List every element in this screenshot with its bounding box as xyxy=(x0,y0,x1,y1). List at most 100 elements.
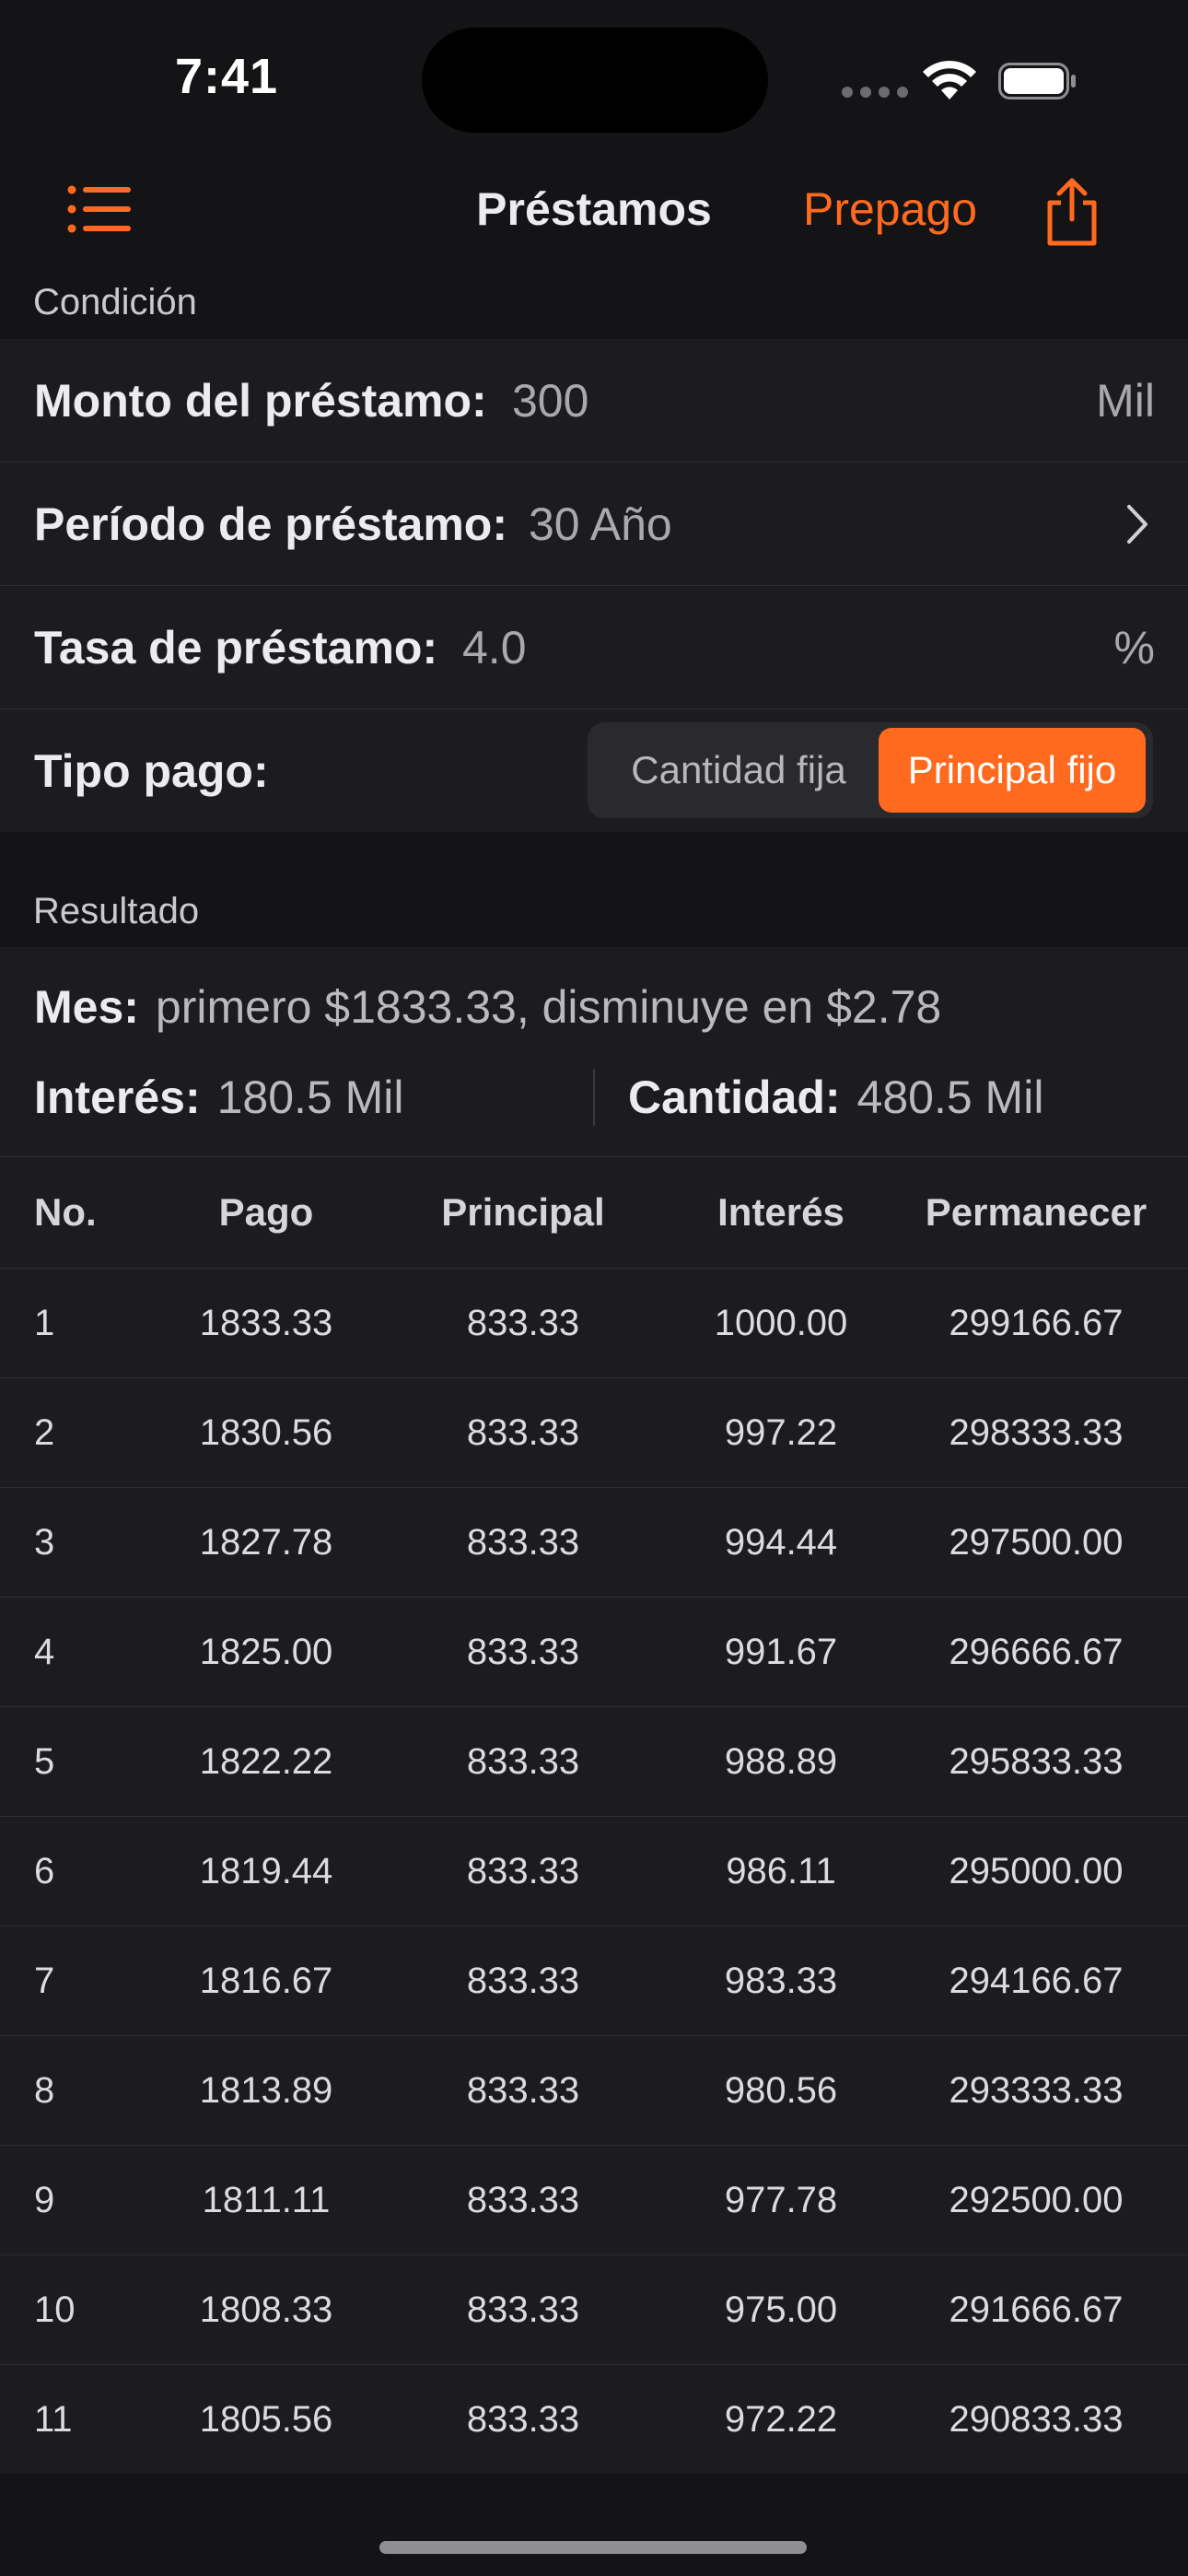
table-cell: 1819.44 xyxy=(199,1851,333,1891)
summary-divider xyxy=(593,1069,595,1126)
table-cell: 833.33 xyxy=(466,1303,580,1343)
table-row: 4 1825.00 833.33 991.67 296666.67 xyxy=(0,1597,1188,1706)
loan-amount-unit: Mil xyxy=(1096,375,1155,427)
table-cell: 1808.33 xyxy=(199,2289,333,2330)
loan-amount-label: Monto del préstamo: xyxy=(34,375,487,427)
wifi-icon xyxy=(923,60,976,100)
table-cell: 294166.67 xyxy=(949,1961,1124,2001)
cellular-signal-icon xyxy=(842,87,908,98)
column-header: No. xyxy=(34,1190,97,1234)
table-cell: 983.33 xyxy=(724,1961,838,2001)
table-row: 6 1819.44 833.33 986.11 295000.00 xyxy=(0,1816,1188,1926)
table-cell: 295833.33 xyxy=(949,1741,1124,1782)
table-cell: 833.33 xyxy=(466,1632,580,1672)
battery-icon xyxy=(998,63,1076,100)
column-header: Principal xyxy=(441,1190,605,1234)
table-cell: 988.89 xyxy=(724,1741,838,1782)
table-row: 7 1816.67 833.33 983.33 294166.67 xyxy=(0,1926,1188,2035)
loan-rate-row[interactable]: Tasa de préstamo: 4.0 % xyxy=(0,586,1188,709)
table-cell: 833.33 xyxy=(466,2399,580,2440)
share-icon[interactable] xyxy=(1042,177,1101,247)
home-indicator[interactable] xyxy=(379,2541,807,2554)
table-cell: 833.33 xyxy=(466,1741,580,1782)
page-title: Préstamos xyxy=(476,183,712,235)
table-cell: 6 xyxy=(34,1851,55,1891)
total-label: Cantidad: xyxy=(628,1071,841,1123)
prepay-button[interactable]: Prepago xyxy=(803,182,977,236)
table-cell: 833.33 xyxy=(466,1961,580,2001)
table-cell: 1805.56 xyxy=(199,2399,333,2440)
table-cell: 1827.78 xyxy=(199,1522,333,1563)
status-time: 7:41 xyxy=(175,49,279,104)
table-cell: 2 xyxy=(34,1412,55,1453)
payment-type-label: Tipo pago: xyxy=(34,745,269,797)
loan-rate-unit: % xyxy=(1113,622,1155,673)
month-label: Mes: xyxy=(34,981,139,1033)
column-header: Permanecer xyxy=(925,1190,1147,1234)
interest-label: Interés: xyxy=(34,1071,201,1123)
table-row: 5 1822.22 833.33 988.89 295833.33 xyxy=(0,1706,1188,1816)
table-cell: 296666.67 xyxy=(949,1632,1124,1672)
table-cell: 1816.67 xyxy=(199,1961,333,2001)
table-cell: 833.33 xyxy=(466,2180,580,2220)
table-cell: 292500.00 xyxy=(949,2180,1124,2220)
amortization-table: No. Pago Principal Interés Permanecer 1 1… xyxy=(0,1156,1188,2474)
table-cell: 833.33 xyxy=(466,1412,580,1453)
table-cell: 997.22 xyxy=(724,1412,838,1453)
total-amount-line: Cantidad: 480.5 Mil xyxy=(628,1071,1043,1124)
segment-fixed-amount[interactable]: Cantidad fija xyxy=(595,728,882,813)
payment-type-segmented-control[interactable]: Cantidad fija Principal fijo xyxy=(588,722,1153,818)
table-cell: 1000.00 xyxy=(714,1303,848,1343)
loan-period-row[interactable]: Período de préstamo: 30 Año xyxy=(0,463,1188,586)
loan-period-value: 30 Año xyxy=(529,498,672,550)
table-cell: 833.33 xyxy=(466,2070,580,2111)
table-cell: 1822.22 xyxy=(199,1741,333,1782)
column-header: Interés xyxy=(717,1190,844,1234)
table-cell: 977.78 xyxy=(724,2180,838,2220)
dynamic-island xyxy=(422,28,768,133)
table-cell: 4 xyxy=(34,1632,55,1672)
table-cell: 291666.67 xyxy=(949,2289,1124,2330)
monthly-payment-line: Mes: primero $1833.33, disminuye en $2.78 xyxy=(34,980,941,1034)
table-row: 3 1827.78 833.33 994.44 297500.00 xyxy=(0,1487,1188,1597)
table-header: No. Pago Principal Interés Permanecer xyxy=(0,1156,1188,1268)
loan-amount-row[interactable]: Monto del préstamo: 300 Mil xyxy=(0,339,1188,463)
table-cell: 298333.33 xyxy=(949,1412,1124,1453)
interest-value: 180.5 Mil xyxy=(216,1071,404,1123)
loan-rate-field[interactable]: 4.0 xyxy=(462,621,527,674)
table-cell: 7 xyxy=(34,1961,55,2001)
table-cell: 1811.11 xyxy=(202,2180,331,2220)
table-cell: 9 xyxy=(34,2180,55,2220)
table-cell: 986.11 xyxy=(726,1851,836,1891)
table-cell: 1833.33 xyxy=(199,1303,333,1343)
total-interest-line: Interés: 180.5 Mil xyxy=(34,1071,404,1124)
table-cell: 297500.00 xyxy=(949,1522,1124,1563)
table-cell: 5 xyxy=(34,1741,55,1782)
table-cell: 833.33 xyxy=(466,2289,580,2330)
table-cell: 972.22 xyxy=(724,2399,838,2440)
table-row: 8 1813.89 833.33 980.56 293333.33 xyxy=(0,2035,1188,2145)
result-header: Resultado xyxy=(33,891,200,931)
table-cell: 10 xyxy=(34,2289,76,2330)
total-value: 480.5 Mil xyxy=(856,1071,1044,1123)
column-header: Pago xyxy=(218,1190,314,1234)
table-cell: 980.56 xyxy=(724,2070,838,2111)
table-cell: 1 xyxy=(34,1303,55,1343)
table-cell: 295000.00 xyxy=(949,1851,1124,1891)
segment-fixed-principal[interactable]: Principal fijo xyxy=(879,728,1146,813)
table-cell: 1825.00 xyxy=(199,1632,333,1672)
table-cell: 290833.33 xyxy=(949,2399,1124,2440)
table-row: 10 1808.33 833.33 975.00 291666.67 xyxy=(0,2254,1188,2364)
table-cell: 994.44 xyxy=(724,1522,838,1563)
result-summary: Mes: primero $1833.33, disminuye en $2.78… xyxy=(0,947,1188,1156)
chevron-right-icon xyxy=(1127,505,1147,544)
navigation-bar: Préstamos Prepago xyxy=(0,157,1188,267)
payment-type-row: Tipo pago: Cantidad fija Principal fijo xyxy=(0,709,1188,832)
app-screen: 7:41 Préstamos Prepago Condición Monto d… xyxy=(0,0,1188,2576)
table-cell: 299166.67 xyxy=(949,1303,1124,1343)
table-cell: 833.33 xyxy=(466,1522,580,1563)
month-value: primero $1833.33, disminuye en $2.78 xyxy=(155,981,942,1033)
loan-amount-field[interactable]: 300 xyxy=(512,374,588,427)
table-cell: 8 xyxy=(34,2070,55,2111)
table-cell: 833.33 xyxy=(466,1851,580,1891)
